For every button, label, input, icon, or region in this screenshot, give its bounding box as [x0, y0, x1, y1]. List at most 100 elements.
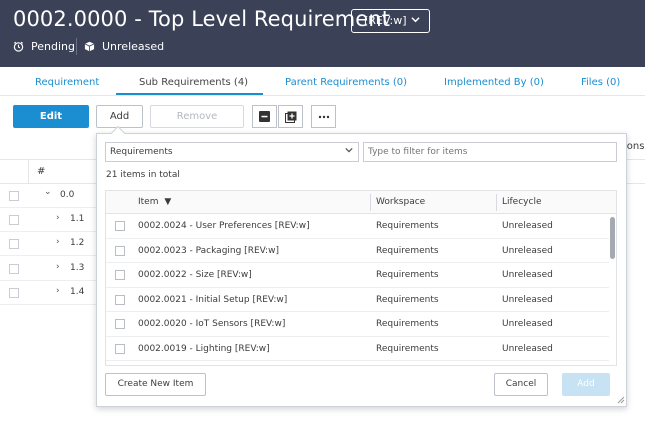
table-row[interactable]: 0002.0021 - Initial Setup [REV:w] Requir…	[106, 288, 609, 312]
chevron-down-icon	[345, 146, 353, 157]
row-checkbox[interactable]	[115, 245, 125, 256]
row-number: 1.4	[70, 287, 85, 297]
items-total: 21 items in total	[106, 170, 180, 180]
items-grid: Item ▼ Workspace Lifecycle 0002.0024 - U…	[105, 190, 617, 366]
table-row[interactable]	[106, 361, 609, 365]
add-linked-button[interactable]	[278, 105, 303, 128]
collapse-icon	[259, 111, 270, 122]
column-header-workspace[interactable]: Workspace	[376, 197, 425, 207]
table-row[interactable]: 0002.0023 - Packaging [REV:w] Requiremen…	[106, 239, 609, 263]
collapse-button[interactable]	[252, 105, 277, 128]
table-row[interactable]: › 1.4	[0, 281, 100, 305]
row-checkbox[interactable]	[9, 191, 19, 201]
dialog-add-button[interactable]: Add	[562, 373, 610, 396]
workspace-cell: Requirements	[376, 319, 439, 329]
more-button[interactable]	[311, 105, 336, 128]
row-checkbox[interactable]	[115, 270, 125, 280]
chevron-right-icon[interactable]: ›	[56, 286, 60, 296]
item-cell: 0002.0019 - Lighting [REV:w]	[138, 343, 270, 354]
release-text: Unreleased	[102, 40, 165, 53]
chevron-down-icon	[411, 14, 420, 27]
add-button[interactable]: Add	[96, 105, 143, 128]
row-checkbox[interactable]	[115, 319, 125, 329]
row-checkbox[interactable]	[9, 264, 19, 274]
cancel-button[interactable]: Cancel	[494, 373, 548, 396]
table-row[interactable]: ⌄ 0.0	[0, 184, 100, 208]
item-cell: 0002.0021 - Initial Setup [REV:w]	[138, 294, 288, 305]
tab-parent-requirements[interactable]: Parent Requirements (0)	[285, 77, 407, 88]
lifecycle-cell: Unreleased	[502, 245, 553, 256]
table-row[interactable]: › 1.2	[0, 232, 100, 256]
add-linked-icon	[284, 111, 296, 123]
item-header: 0002.0000 - Top Level Requirement [REV:w…	[0, 0, 645, 67]
table-row[interactable]: 0002.0019 - Lighting [REV:w] Requirement…	[106, 337, 609, 361]
lifecycle-cell: Unreleased	[502, 221, 553, 231]
row-checkbox[interactable]	[115, 294, 125, 305]
chevron-right-icon[interactable]: ›	[56, 237, 60, 247]
row-checkbox[interactable]	[9, 288, 19, 298]
lifecycle-cell: Unreleased	[502, 270, 553, 280]
status-text: Pending	[31, 40, 75, 53]
chevron-down-icon[interactable]: ⌄	[44, 187, 52, 197]
item-cell: 0002.0024 - User Preferences [REV:w]	[138, 221, 310, 231]
column-header-item-label: Item	[138, 197, 159, 207]
filter-input[interactable]	[363, 142, 617, 162]
divider	[28, 159, 29, 184]
workspace-select[interactable]: Requirements	[105, 142, 359, 162]
workspace-cell: Requirements	[376, 270, 439, 280]
lifecycle-cell: Unreleased	[502, 319, 553, 329]
row-number: 0.0	[60, 190, 75, 200]
table-row[interactable]: › 1.3	[0, 257, 100, 281]
row-checkbox[interactable]	[9, 215, 19, 225]
row-number: 1.1	[70, 214, 85, 224]
divider	[370, 194, 371, 211]
row-checkbox[interactable]	[115, 343, 125, 354]
table-row[interactable]: 0002.0020 - IoT Sensors [REV:w] Requirem…	[106, 312, 609, 337]
status-indicator: Pending	[13, 40, 75, 53]
item-cell: 0002.0020 - IoT Sensors [REV:w]	[138, 319, 286, 329]
row-checkbox[interactable]	[9, 239, 19, 249]
scrollbar-thumb[interactable]	[610, 217, 615, 259]
edit-button[interactable]: Edit	[13, 105, 89, 128]
workspace-value: Requirements	[110, 147, 173, 157]
tab-sub-requirements[interactable]: Sub Requirements (4)	[139, 77, 248, 88]
tab-bar: Requirement Sub Requirements (4) Parent …	[0, 67, 645, 96]
table-row[interactable]: 0002.0022 - Size [REV:w] Requirements Un…	[106, 263, 609, 288]
page-title: 0002.0000 - Top Level Requirement	[13, 7, 391, 31]
table-row[interactable]: 0002.0024 - User Preferences [REV:w] Req…	[106, 214, 609, 239]
cube-icon	[84, 41, 95, 52]
workspace-cell: Requirements	[376, 245, 439, 256]
chevron-right-icon[interactable]: ›	[56, 262, 60, 272]
tab-files[interactable]: Files (0)	[581, 77, 620, 88]
lifecycle-cell: Unreleased	[502, 294, 553, 305]
active-tab-indicator	[116, 93, 263, 95]
divider	[76, 38, 77, 55]
lifecycle-cell: Unreleased	[502, 343, 553, 354]
row-number: 1.2	[70, 238, 85, 248]
resize-handle-icon[interactable]	[617, 396, 625, 404]
column-header-truncated: ions	[624, 141, 645, 152]
chevron-right-icon[interactable]: ›	[56, 213, 60, 223]
column-header-number: #	[37, 166, 46, 177]
create-new-item-button[interactable]: Create New Item	[105, 373, 206, 396]
workspace-cell: Requirements	[376, 294, 439, 305]
row-number: 1.3	[70, 263, 85, 273]
tab-implemented-by[interactable]: Implemented By (0)	[444, 77, 544, 88]
workspace-cell: Requirements	[376, 221, 439, 231]
revision-value: [REV:w]	[364, 14, 407, 27]
item-cell: 0002.0022 - Size [REV:w]	[138, 270, 252, 280]
release-indicator: Unreleased	[84, 40, 164, 53]
sort-descending-icon: ▼	[164, 197, 172, 207]
tab-requirement[interactable]: Requirement	[35, 77, 99, 88]
divider	[496, 194, 497, 211]
column-header-lifecycle[interactable]: Lifecycle	[502, 197, 541, 207]
grid-header: Item ▼ Workspace Lifecycle	[106, 191, 616, 214]
clock-icon	[13, 41, 24, 52]
revision-select[interactable]: [REV:w]	[351, 9, 430, 33]
table-row[interactable]: › 1.1	[0, 208, 100, 232]
workspace-cell: Requirements	[376, 343, 439, 354]
item-cell: 0002.0023 - Packaging [REV:w]	[138, 245, 279, 256]
remove-button[interactable]: Remove	[150, 105, 244, 128]
column-header-item[interactable]: Item ▼	[138, 197, 171, 207]
row-checkbox[interactable]	[115, 221, 125, 231]
